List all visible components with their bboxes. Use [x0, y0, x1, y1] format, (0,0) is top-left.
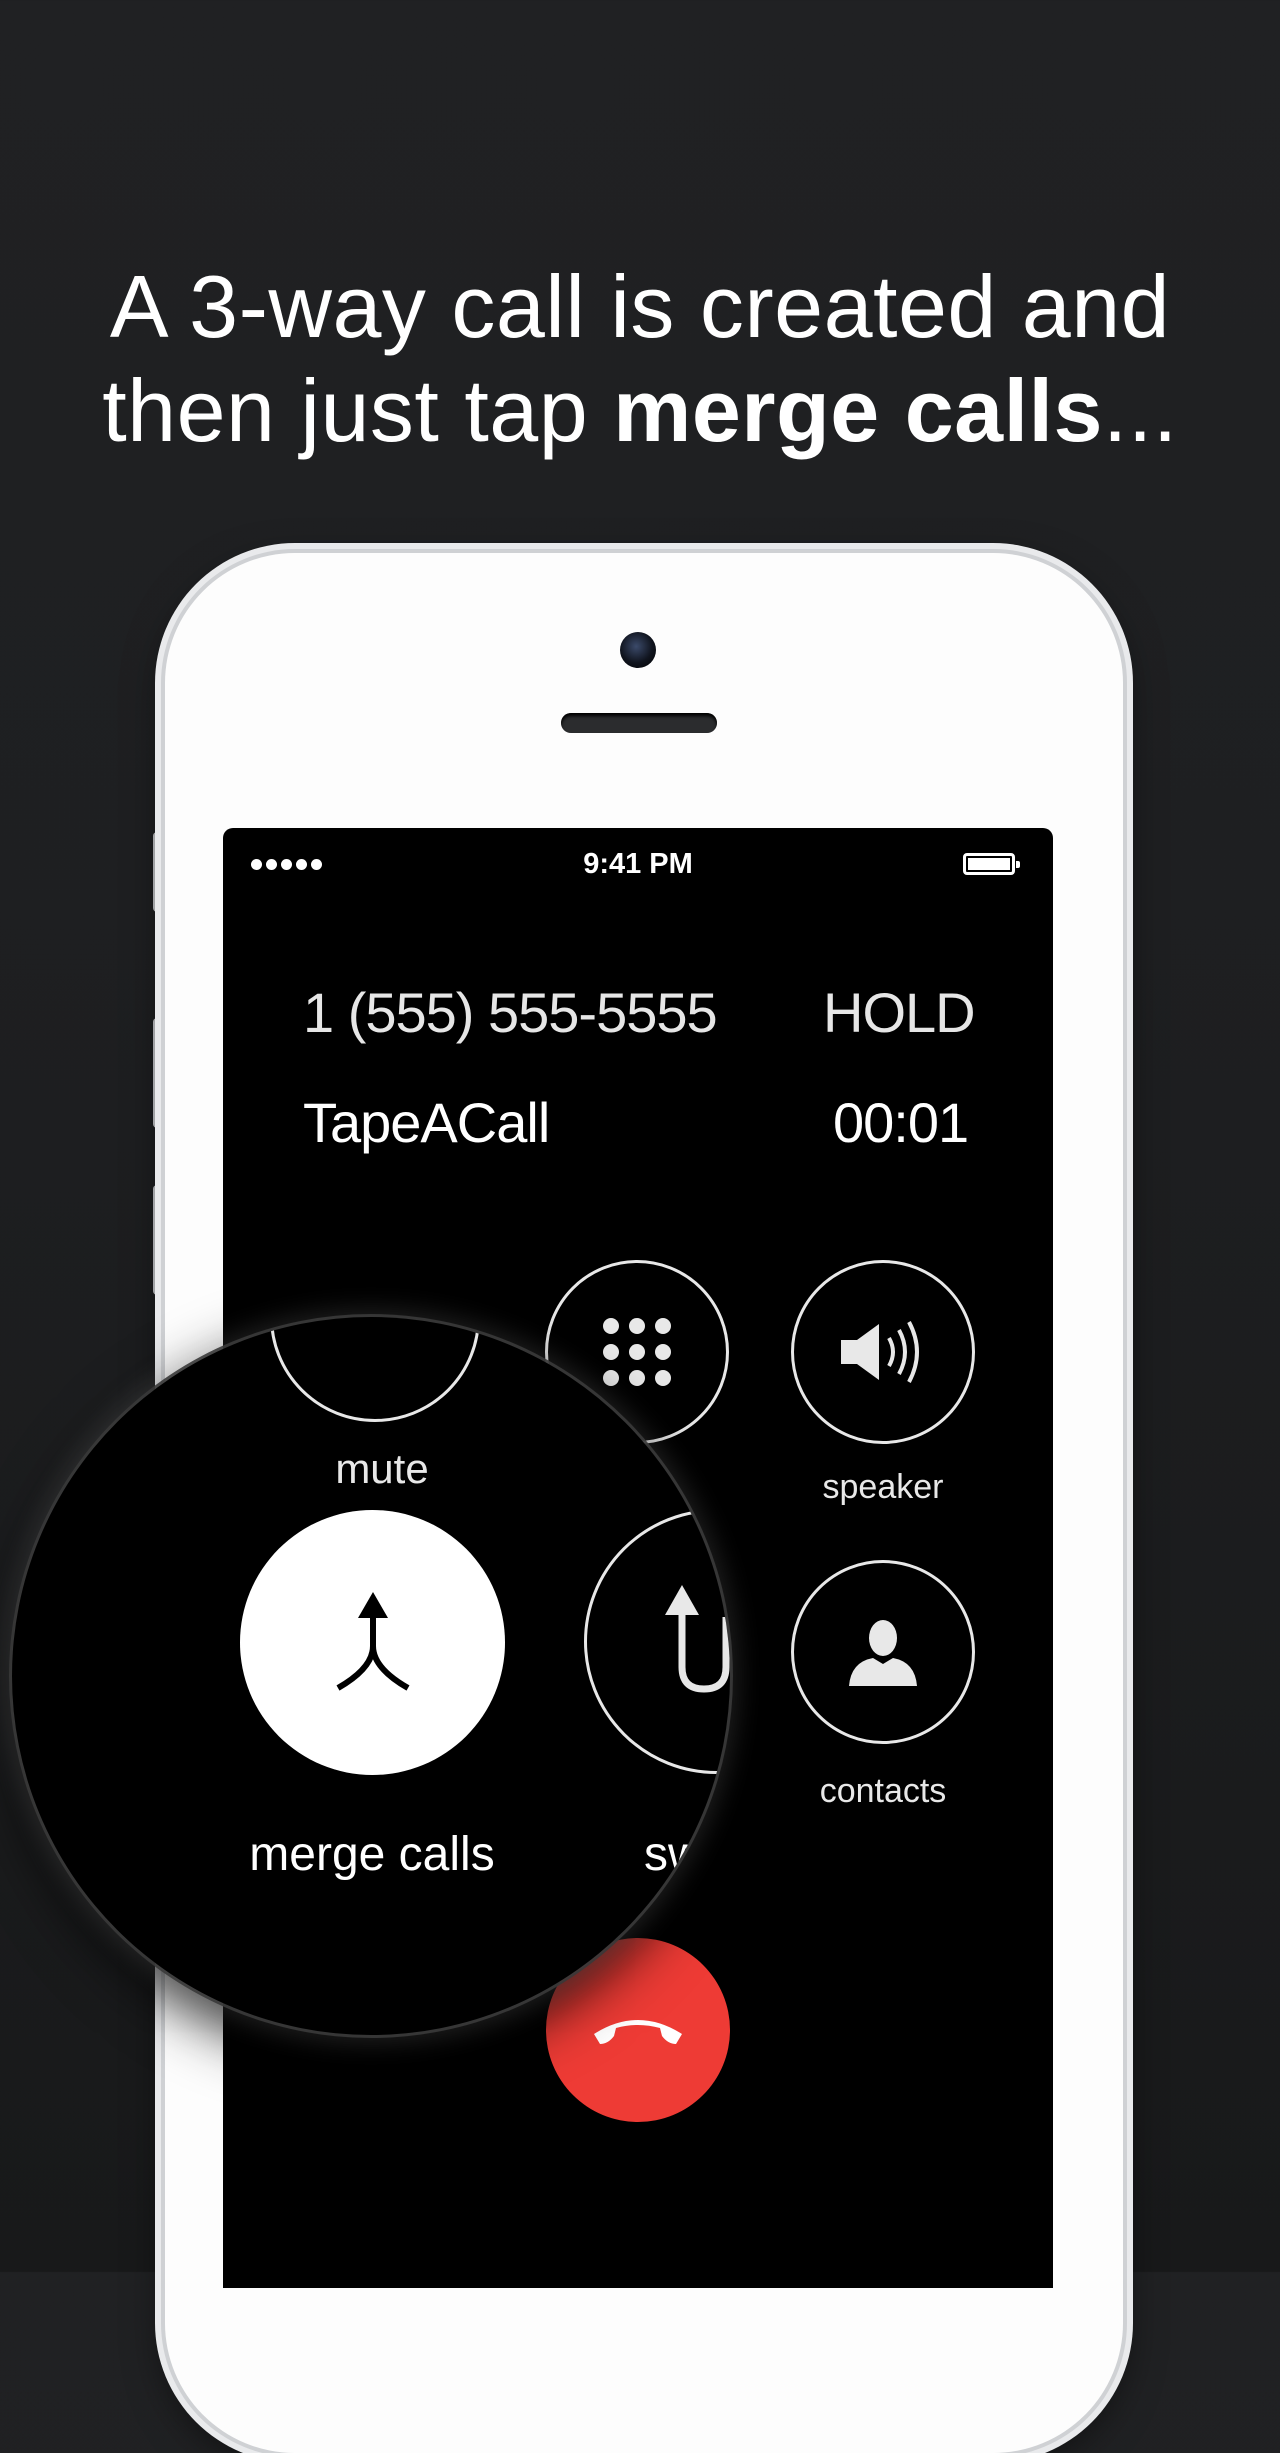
battery-icon — [963, 853, 1020, 875]
swap-label: sw — [644, 1828, 703, 1881]
contacts-label: contacts — [819, 1772, 947, 1810]
end-call-icon — [594, 2020, 682, 2044]
speaker-icon — [841, 1321, 919, 1383]
headline-line-1: A 3-way call is created and — [109, 257, 1171, 356]
headline-line-2-suffix: ... — [1102, 361, 1178, 460]
merge-calls-button[interactable] — [240, 1510, 505, 1775]
magnifier-callout: mute merge calls sw — [12, 1317, 730, 2035]
active-call-name: TapeACall — [303, 1091, 550, 1154]
headline-line-2: then just tap merge calls... — [0, 359, 1280, 463]
mute-label: mute — [335, 1445, 429, 1492]
headline-line-2-bold: merge calls — [613, 361, 1103, 460]
held-call-status: HOLD — [823, 981, 976, 1044]
held-call-number: 1 (555) 555-5555 — [303, 981, 718, 1044]
status-time: 9:41 PM — [583, 848, 693, 880]
contacts-icon — [849, 1620, 917, 1686]
active-call-timer: 00:01 — [833, 1091, 969, 1154]
swap-button[interactable] — [584, 1509, 730, 1774]
keypad-icon — [603, 1318, 671, 1386]
earpiece-speaker — [561, 713, 717, 733]
mute-switch — [153, 832, 165, 912]
headline-line-2-prefix: then just tap — [102, 361, 614, 460]
contacts-button[interactable] — [791, 1560, 975, 1744]
volume-up-button — [153, 1018, 165, 1128]
volume-down-button — [153, 1185, 165, 1295]
merge-calls-label: merge calls — [249, 1828, 495, 1881]
speaker-label: speaker — [822, 1468, 944, 1506]
merge-icon — [336, 1591, 409, 1691]
speaker-button[interactable] — [791, 1260, 975, 1444]
swap-icon — [665, 1584, 730, 1693]
mute-button[interactable] — [270, 1317, 480, 1422]
headline: A 3-way call is created and then just ta… — [0, 255, 1280, 463]
front-camera — [620, 632, 656, 668]
